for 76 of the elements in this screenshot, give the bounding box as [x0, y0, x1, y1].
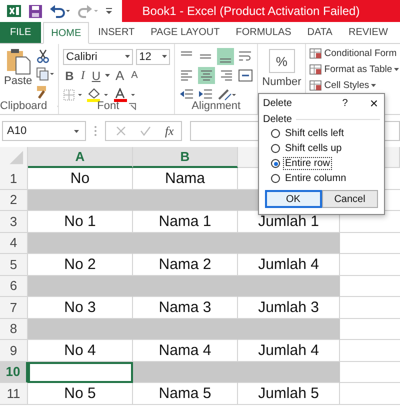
- grow-font-button[interactable]: A: [113, 68, 126, 83]
- row-header[interactable]: 9: [0, 340, 28, 362]
- customize-toolbar-icon[interactable]: [105, 6, 113, 16]
- underline-button[interactable]: U: [90, 68, 102, 82]
- undo-icon[interactable]: [49, 4, 71, 18]
- ribbon-tab[interactable]: HOME: [43, 22, 90, 44]
- ribbon-tab[interactable]: REVIEW: [341, 22, 395, 43]
- column-header[interactable]: A: [28, 147, 133, 168]
- grip-icon: [94, 125, 97, 137]
- number-format-label[interactable]: Number: [262, 76, 302, 88]
- dropdown-arrow-icon[interactable]: [125, 55, 130, 58]
- align-right-icon[interactable]: [219, 68, 234, 83]
- fill-color-icon[interactable]: [86, 88, 110, 102]
- orientation-icon[interactable]: [217, 87, 238, 102]
- row-header[interactable]: 2: [0, 190, 28, 211]
- ribbon-tab[interactable]: FILE: [0, 22, 42, 43]
- radio-option[interactable]: Shift cells left: [259, 126, 384, 141]
- window-title: Book1 - Excel (Product Activation Failed): [142, 4, 360, 18]
- scissors-icon[interactable]: [36, 49, 50, 63]
- group-heading: Delete: [263, 114, 292, 125]
- table-style-icon[interactable]: [309, 80, 322, 91]
- table-cell: Nama 5: [133, 383, 238, 404]
- excel-logo-icon[interactable]: [6, 3, 22, 19]
- italic-button[interactable]: I: [78, 68, 87, 83]
- dialog-title: Delete: [263, 98, 292, 108]
- row-header[interactable]: 10: [0, 362, 28, 383]
- row-header[interactable]: 5: [0, 254, 28, 276]
- close-button[interactable]: ×: [370, 95, 378, 111]
- align-center-icon[interactable]: [198, 67, 216, 84]
- paste-button[interactable]: Paste: [4, 47, 32, 99]
- dropdown-arrow-icon[interactable]: [105, 74, 110, 77]
- dropdown-arrow-icon[interactable]: [74, 130, 79, 132]
- row-header[interactable]: 7: [0, 297, 28, 318]
- table-cell: No 5: [28, 383, 133, 404]
- column-header[interactable]: B: [133, 147, 238, 168]
- row-header[interactable]: 1: [0, 168, 28, 190]
- dropdown-arrow-icon[interactable]: [371, 84, 376, 87]
- table-style-icon[interactable]: [309, 64, 322, 75]
- bold-button[interactable]: B: [63, 68, 76, 82]
- align-left-icon[interactable]: [179, 68, 194, 83]
- styles-menu-item[interactable]: Cell Styles: [324, 80, 370, 91]
- font-size-field[interactable]: 12: [136, 48, 170, 64]
- dropdown-arrow-icon[interactable]: [394, 68, 400, 71]
- group-label: Alignment: [192, 100, 241, 112]
- save-icon[interactable]: [28, 4, 43, 18]
- ribbon-tab[interactable]: PAGE LAYOUT: [144, 22, 227, 43]
- radio-option[interactable]: Shift cells up: [259, 141, 384, 156]
- cancel-button[interactable]: Cancel: [322, 190, 378, 208]
- merge-icon[interactable]: [238, 68, 254, 83]
- enter-checkmark-icon[interactable]: [140, 126, 151, 136]
- styles-menu-item[interactable]: Format as Table: [324, 64, 392, 75]
- ribbon-tab[interactable]: INSERT: [91, 22, 142, 43]
- row-header[interactable]: 6: [0, 276, 28, 297]
- copy-icon[interactable]: [36, 67, 54, 81]
- font-color-icon[interactable]: [113, 88, 138, 102]
- group-label: Clipboard: [0, 100, 48, 112]
- group-label: Font: [97, 100, 120, 112]
- radio-option[interactable]: Entire column: [259, 171, 384, 186]
- radio-option[interactable]: Entire row: [259, 156, 384, 171]
- row-header[interactable]: 8: [0, 318, 28, 340]
- ok-button[interactable]: OK: [265, 190, 322, 208]
- ribbon-tab[interactable]: FORMULAS: [228, 22, 298, 43]
- insert-function-button[interactable]: fx: [165, 124, 174, 138]
- name-box[interactable]: A10: [2, 121, 86, 141]
- bottom-align-icon[interactable]: [217, 48, 234, 65]
- help-button[interactable]: ?: [342, 98, 348, 108]
- row-header[interactable]: 11: [0, 383, 28, 404]
- styles-menu-item[interactable]: Conditional Form: [324, 48, 397, 59]
- shrink-font-button[interactable]: A: [129, 70, 140, 81]
- row-header[interactable]: 4: [0, 232, 28, 254]
- dropdown-arrow-icon[interactable]: [162, 55, 168, 58]
- row-header[interactable]: 3: [0, 211, 28, 232]
- font-name-field[interactable]: Calibri: [63, 48, 134, 64]
- table-style-icon[interactable]: [309, 48, 322, 59]
- percent-button[interactable]: %: [268, 49, 295, 73]
- ribbon-tab[interactable]: DATA: [300, 22, 340, 43]
